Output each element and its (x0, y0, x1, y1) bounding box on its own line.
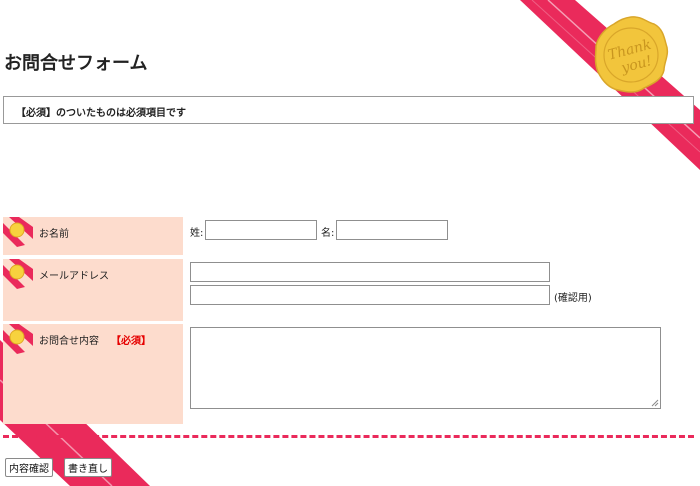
thank-you-seal-icon: Thank you! (594, 16, 669, 93)
last-name-input[interactable] (205, 220, 317, 240)
last-name-label: 姓: (190, 228, 204, 239)
inquiry-label-text: お問合せ内容 (39, 336, 99, 347)
award-ribbon-icon (3, 324, 33, 354)
email-label: メールアドレス (39, 271, 109, 282)
email-confirm-note: (確認用) (554, 293, 592, 304)
confirm-button[interactable]: 内容確認 (5, 458, 53, 477)
email-input[interactable] (190, 262, 550, 282)
name-row-label: お名前 (3, 217, 183, 255)
required-notice-text: 【必須】のついたものは必須項目です (16, 108, 186, 119)
page-title: お問合せフォーム (4, 53, 148, 74)
form-divider (3, 435, 694, 438)
required-notice: 【必須】のついたものは必須項目です (3, 96, 694, 124)
award-ribbon-icon (3, 217, 33, 247)
award-ribbon-icon (3, 259, 33, 289)
inquiry-label: お問合せ内容 【必須】 (39, 332, 151, 347)
inquiry-textarea[interactable] (190, 327, 661, 409)
first-name-label: 名: (321, 228, 335, 239)
email-confirm-input[interactable] (190, 285, 550, 305)
inquiry-row-label: お問合せ内容 【必須】 (3, 324, 183, 424)
resize-grip-icon[interactable] (650, 398, 659, 407)
reset-button[interactable]: 書き直し (64, 458, 112, 477)
required-mark: 【必須】 (111, 336, 151, 347)
first-name-input[interactable] (336, 220, 448, 240)
email-row-label: メールアドレス (3, 259, 183, 321)
name-label: お名前 (39, 229, 69, 240)
